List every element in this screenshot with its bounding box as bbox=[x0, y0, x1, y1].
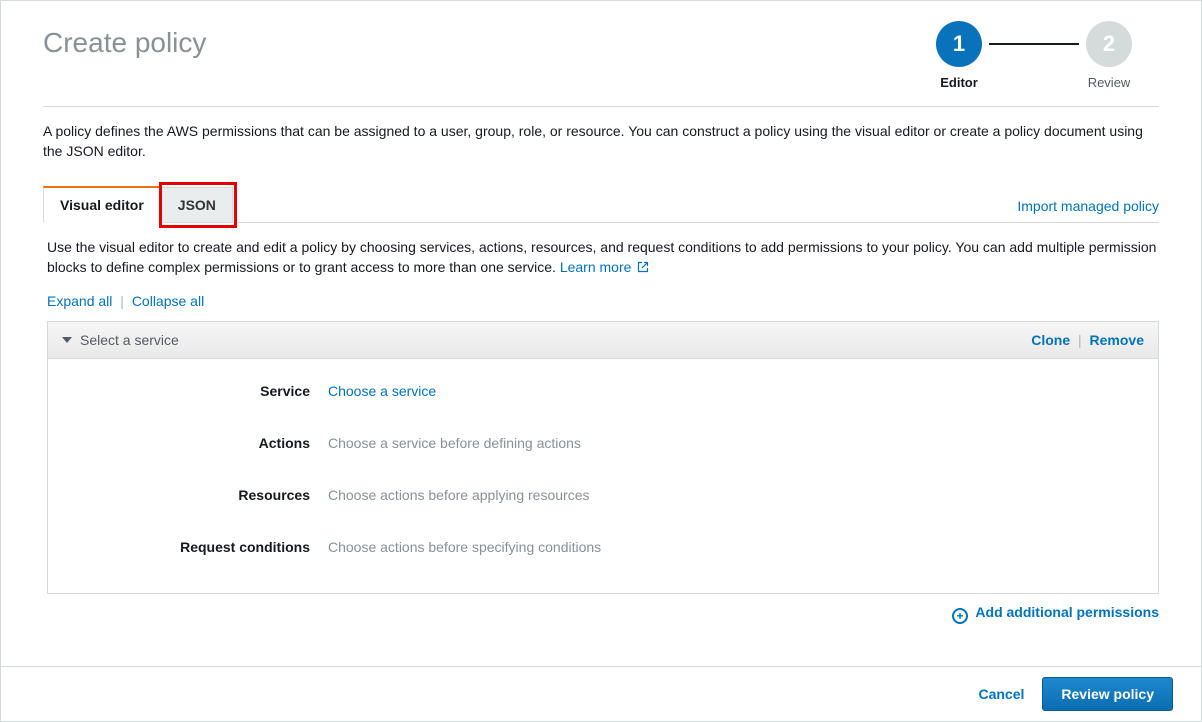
resources-label: Resources bbox=[68, 487, 328, 503]
permission-block-title: Select a service bbox=[80, 332, 179, 348]
conditions-row: Request conditions Choose actions before… bbox=[68, 539, 1138, 555]
visual-editor-pane: Use the visual editor to create and edit… bbox=[43, 223, 1159, 625]
page-title: Create policy bbox=[43, 27, 206, 59]
step-2-circle: 2 bbox=[1086, 21, 1132, 67]
permission-block-actions: Clone | Remove bbox=[1031, 332, 1144, 348]
tab-visual-editor[interactable]: Visual editor bbox=[43, 186, 161, 223]
step-1-label: Editor bbox=[940, 75, 978, 90]
tab-json-label: JSON bbox=[178, 197, 216, 213]
cancel-button[interactable]: Cancel bbox=[978, 686, 1024, 702]
choose-service-link[interactable]: Choose a service bbox=[328, 383, 436, 399]
review-policy-button[interactable]: Review policy bbox=[1042, 677, 1173, 711]
actions-value: Choose a service before defining actions bbox=[328, 435, 581, 451]
wizard-footer: Cancel Review policy bbox=[1, 666, 1201, 721]
editor-tabs: Visual editor JSON bbox=[43, 186, 233, 222]
permission-block-header: Select a service Clone | Remove bbox=[48, 322, 1158, 359]
add-additional-permissions-link[interactable]: + Add additional permissions bbox=[952, 604, 1159, 620]
collapse-all-link[interactable]: Collapse all bbox=[132, 293, 204, 309]
step-connector bbox=[989, 43, 1079, 45]
permission-block: Select a service Clone | Remove Service … bbox=[47, 321, 1159, 594]
resources-row: Resources Choose actions before applying… bbox=[68, 487, 1138, 503]
plus-icon: + bbox=[952, 608, 968, 624]
step-review[interactable]: 2 Review bbox=[1079, 21, 1139, 90]
expand-separator: | bbox=[120, 293, 124, 309]
learn-more-link[interactable]: Learn more bbox=[560, 259, 649, 275]
tab-json[interactable]: JSON bbox=[161, 187, 233, 223]
remove-link[interactable]: Remove bbox=[1090, 332, 1144, 348]
add-permissions-row: + Add additional permissions bbox=[47, 604, 1159, 624]
conditions-label: Request conditions bbox=[68, 539, 328, 555]
service-row: Service Choose a service bbox=[68, 383, 1138, 399]
step-2-label: Review bbox=[1088, 75, 1131, 90]
permission-block-body: Service Choose a service Actions Choose … bbox=[48, 359, 1158, 593]
conditions-value: Choose actions before specifying conditi… bbox=[328, 539, 601, 555]
step-indicator: 1 Editor 2 Review bbox=[929, 21, 1139, 90]
external-link-icon bbox=[637, 261, 649, 273]
expand-all-link[interactable]: Expand all bbox=[47, 293, 112, 309]
actions-label: Actions bbox=[68, 435, 328, 451]
step-1-circle: 1 bbox=[936, 21, 982, 67]
expand-collapse-row: Expand all | Collapse all bbox=[47, 293, 1159, 309]
add-permissions-text: Add additional permissions bbox=[975, 604, 1159, 620]
intro-text: A policy defines the AWS permissions tha… bbox=[43, 121, 1159, 162]
tabs-row: Visual editor JSON Import managed policy bbox=[43, 186, 1159, 223]
service-label: Service bbox=[68, 383, 328, 399]
panel-sep: | bbox=[1078, 332, 1082, 348]
pane-description: Use the visual editor to create and edit… bbox=[47, 237, 1159, 278]
resources-value: Choose actions before applying resources bbox=[328, 487, 590, 503]
permission-block-toggle[interactable]: Select a service bbox=[62, 332, 179, 348]
learn-more-text: Learn more bbox=[560, 259, 632, 275]
step-editor[interactable]: 1 Editor bbox=[929, 21, 989, 90]
import-managed-policy-link[interactable]: Import managed policy bbox=[1017, 198, 1159, 222]
clone-link[interactable]: Clone bbox=[1031, 332, 1070, 348]
actions-row: Actions Choose a service before defining… bbox=[68, 435, 1138, 451]
page-header: Create policy 1 Editor 2 Review bbox=[43, 21, 1159, 107]
caret-down-icon bbox=[62, 337, 72, 343]
